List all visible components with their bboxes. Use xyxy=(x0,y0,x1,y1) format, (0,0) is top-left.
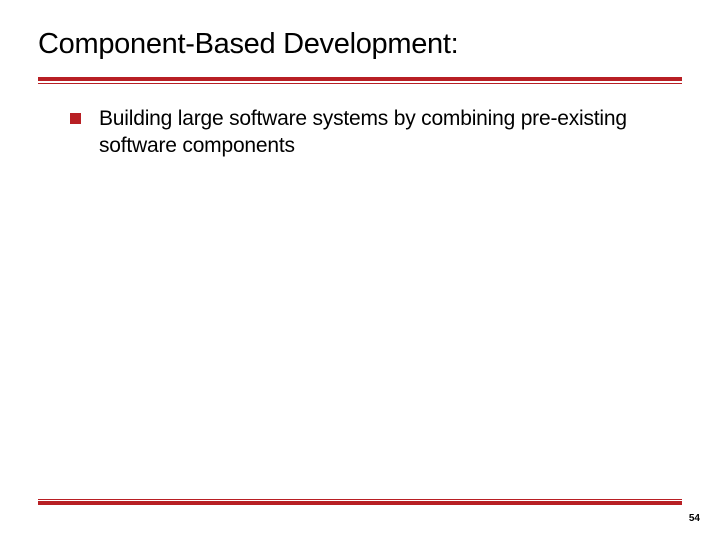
slide: Component-Based Development: Building la… xyxy=(0,0,720,540)
title-underline-thick xyxy=(38,77,682,81)
page-number: 54 xyxy=(689,513,700,524)
title-area: Component-Based Development: xyxy=(0,0,720,71)
footer-line-thick xyxy=(38,501,682,505)
bullet-item: Building large software systems by combi… xyxy=(70,106,650,160)
bullet-square-icon xyxy=(70,113,81,124)
bullet-text: Building large software systems by combi… xyxy=(99,106,650,160)
content-area: Building large software systems by combi… xyxy=(0,84,720,160)
slide-title: Component-Based Development: xyxy=(38,28,682,61)
footer-line-thin xyxy=(38,499,682,500)
